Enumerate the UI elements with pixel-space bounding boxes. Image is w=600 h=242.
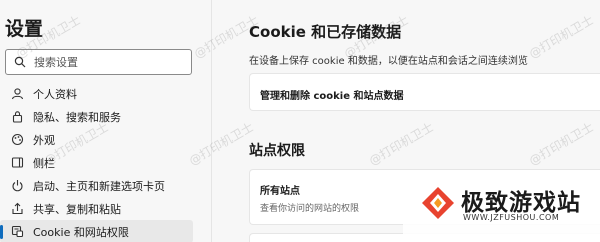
sidebar-item-startup[interactable]: 启动、主页和新建选项卡页 [0, 174, 193, 197]
sidebar-item-label: Cookie 和网站权限 [33, 225, 129, 239]
sidebar-item-label: 个人资料 [33, 87, 77, 101]
search-icon [14, 56, 26, 68]
settings-nav: 个人资料 隐私、搜索和服务 外观 侧栏 启动、主页和新建选项卡页 共享、复制和粘… [0, 82, 212, 242]
sidebar-item-label: 共享、复制和粘贴 [33, 202, 121, 216]
all-sites-description: 查看你访问的网站的权限 [260, 204, 360, 214]
logo-icon [422, 187, 454, 219]
page-description: 在设备上保存 cookie 和数据，以便在站点和会话之间连续浏览 [249, 56, 528, 67]
sidebar-item-privacy[interactable]: 隐私、搜索和服务 [0, 105, 193, 128]
sidebar-item-profile[interactable]: 个人资料 [0, 82, 193, 105]
sidebar-item-appearance[interactable]: 外观 [0, 128, 193, 151]
sidebar-item-label: 启动、主页和新建选项卡页 [33, 179, 165, 193]
sidebar-title: 设置 [5, 18, 44, 40]
power-icon [10, 179, 24, 193]
manage-cookies-label: 管理和删除 cookie 和站点数据 [260, 91, 404, 102]
lock-icon [10, 110, 24, 124]
settings-sidebar: 设置 个人资料 隐私、搜索和服务 外观 [0, 0, 212, 242]
sidebar-item-label: 外观 [33, 133, 55, 147]
sidebar-item-label: 隐私、搜索和服务 [33, 110, 121, 124]
search-box[interactable] [5, 49, 192, 75]
sidebar-item-sidebar[interactable]: 侧栏 [0, 151, 193, 174]
search-input[interactable] [34, 53, 184, 71]
logo-name: 极致游戏站 [461, 190, 581, 216]
manage-cookies-card[interactable]: 管理和删除 cookie 和站点数据 [249, 73, 600, 111]
sidebar-item-label: 侧栏 [33, 156, 55, 170]
logo-url: WWW.JZFUSHOU.COM [463, 213, 560, 222]
sidebar-item-cookies[interactable]: Cookie 和网站权限 [0, 220, 193, 242]
sidebar-icon [10, 156, 24, 170]
all-sites-label: 所有站点 [260, 186, 300, 197]
page-title: Cookie 和已存储数据 [249, 23, 402, 41]
share-icon [10, 202, 24, 216]
appearance-icon [10, 133, 24, 147]
site-logo: 极致游戏站 WWW.JZFUSHOU.COM [403, 180, 600, 242]
profile-icon [10, 87, 24, 101]
section-title: 站点权限 [249, 143, 305, 159]
sidebar-item-share[interactable]: 共享、复制和粘贴 [0, 197, 193, 220]
cookie-icon [10, 225, 24, 239]
